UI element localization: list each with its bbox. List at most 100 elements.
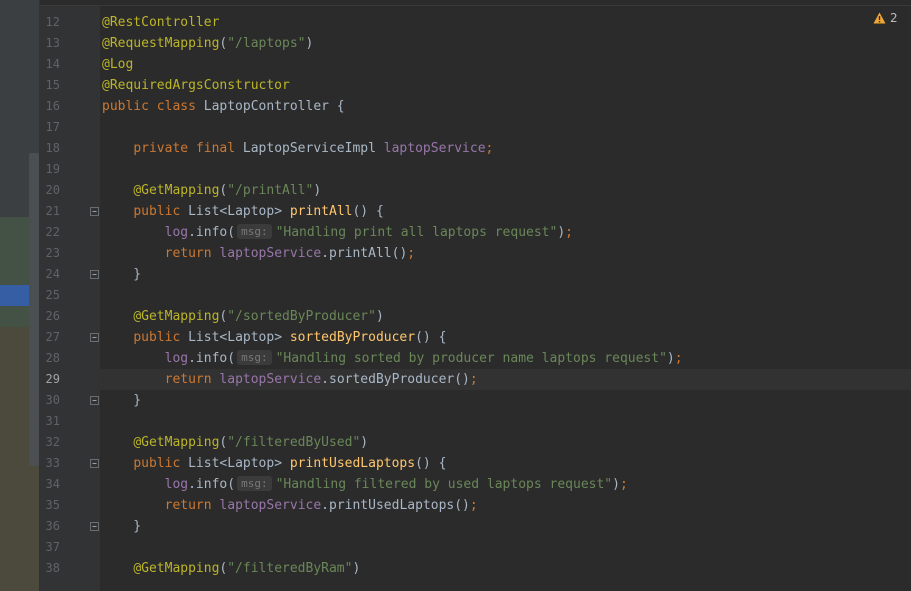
code-token: ) (666, 351, 675, 366)
code-token: laptopService (219, 246, 322, 261)
line-number[interactable]: 35 (44, 495, 60, 516)
editor-tab-border (40, 0, 911, 6)
code-token: .sortedByProducer() (321, 372, 470, 387)
code-line[interactable]: } (102, 516, 141, 537)
line-number[interactable]: 25 (44, 285, 60, 306)
code-token: @RestController (102, 15, 220, 30)
line-number[interactable]: 12 (44, 12, 60, 33)
code-token: return (164, 246, 220, 261)
line-number[interactable]: 34 (44, 474, 60, 495)
code-line[interactable]: @RestController (102, 12, 219, 33)
code-line[interactable]: @GetMapping("/printAll") (102, 180, 321, 201)
code-token: () { (352, 204, 384, 219)
code-token: "/laptops" (227, 36, 306, 51)
code-token: LaptopController { (203, 99, 345, 114)
line-number[interactable]: 27 (44, 327, 60, 348)
code-line[interactable]: @GetMapping("/sortedByProducer") (102, 306, 384, 327)
code-token: @GetMapping (133, 183, 220, 198)
code-token: "/sortedByProducer" (227, 309, 376, 324)
line-number[interactable]: 33 (44, 453, 60, 474)
line-number[interactable]: 13 (44, 33, 60, 54)
code-line[interactable]: log.info(msg: "Handling print all laptops… (102, 222, 573, 243)
code-token: ) (557, 225, 566, 240)
project-panel-scrollbar[interactable] (29, 153, 39, 466)
code-line[interactable]: @GetMapping("/filteredByRam") (102, 558, 360, 579)
line-number[interactable]: 20 (44, 180, 60, 201)
line-number[interactable]: 29 (44, 369, 60, 390)
fold-marker-icon[interactable] (90, 333, 99, 342)
line-number[interactable]: 30 (44, 390, 60, 411)
code-line[interactable]: public List<Laptop> printAll() { (102, 201, 384, 222)
code-line[interactable]: @Log (102, 54, 133, 75)
code-token: public (133, 204, 189, 219)
warning-count: 2 (890, 11, 898, 25)
line-number[interactable]: 19 (44, 159, 60, 180)
fold-marker-icon[interactable] (90, 396, 99, 405)
code-token: @GetMapping (133, 435, 220, 450)
line-number[interactable]: 36 (44, 516, 60, 537)
line-number[interactable]: 26 (44, 306, 60, 327)
line-number[interactable]: 23 (44, 243, 60, 264)
code-line[interactable]: } (102, 390, 141, 411)
line-number[interactable]: 21 (44, 201, 60, 222)
code-line[interactable]: return laptopService.sortedByProducer(); (102, 369, 478, 390)
line-number[interactable]: 17 (44, 117, 60, 138)
code-line[interactable]: @RequestMapping("/laptops") (102, 33, 313, 54)
code-token: log (164, 477, 189, 492)
code-line[interactable]: return laptopService.printUsedLaptops(); (102, 495, 478, 516)
parameter-hint: msg: (237, 224, 272, 239)
code-line[interactable]: public class LaptopController { (102, 96, 345, 117)
fold-marker-icon[interactable] (90, 459, 99, 468)
code-token: ; (619, 477, 628, 492)
line-number[interactable]: 38 (44, 558, 60, 579)
code-token: public (133, 456, 189, 471)
code-token: .info( (188, 477, 236, 492)
fold-marker-icon[interactable] (90, 207, 99, 216)
code-token: .info( (188, 351, 236, 366)
code-line[interactable]: return laptopService.printAll(); (102, 243, 415, 264)
line-number[interactable]: 32 (44, 432, 60, 453)
code-token: return (164, 498, 220, 513)
line-number[interactable]: 22 (44, 222, 60, 243)
line-number[interactable]: 31 (44, 411, 60, 432)
code-token: log (164, 225, 189, 240)
code-token: ; (565, 225, 573, 240)
code-token: .printUsedLaptops() (321, 498, 470, 513)
fold-marker-icon[interactable] (90, 270, 99, 279)
line-number[interactable]: 28 (44, 348, 60, 369)
fold-marker-icon[interactable] (90, 522, 99, 531)
code-line[interactable]: } (102, 264, 141, 285)
inspection-widget[interactable]: 2 (873, 10, 898, 26)
code-line[interactable]: public List<Laptop> sortedByProducer() { (102, 327, 446, 348)
code-line[interactable]: log.info(msg: "Handling sorted by produce… (102, 348, 683, 369)
code-line[interactable]: public List<Laptop> printUsedLaptops() { (102, 453, 446, 474)
line-number[interactable]: 24 (44, 264, 60, 285)
code-token: ) (360, 435, 369, 450)
code-token: ; (674, 351, 683, 366)
code-line[interactable]: private final LaptopServiceImpl laptopSe… (102, 138, 493, 159)
line-number[interactable]: 37 (44, 537, 60, 558)
line-number[interactable]: 15 (44, 75, 60, 96)
code-line[interactable]: @RequiredArgsConstructor (102, 75, 290, 96)
code-token: ) (313, 183, 322, 198)
code-line[interactable]: @GetMapping("/filteredByUsed") (102, 432, 368, 453)
code-token: laptopService (219, 498, 322, 513)
code-token: .info( (188, 225, 236, 240)
line-number[interactable]: 16 (44, 96, 60, 117)
code-token: LaptopServiceImpl (242, 141, 384, 156)
code-line[interactable]: log.info(msg: "Handling filtered by used … (102, 474, 628, 495)
code-token: ) (352, 561, 361, 576)
code-token: "Handling print all laptops request" (275, 225, 558, 240)
line-number[interactable]: 18 (44, 138, 60, 159)
code-token: @RequestMapping (102, 36, 220, 51)
line-number[interactable]: 14 (44, 54, 60, 75)
code-token: ; (407, 246, 416, 261)
code-token: ) (375, 309, 384, 324)
